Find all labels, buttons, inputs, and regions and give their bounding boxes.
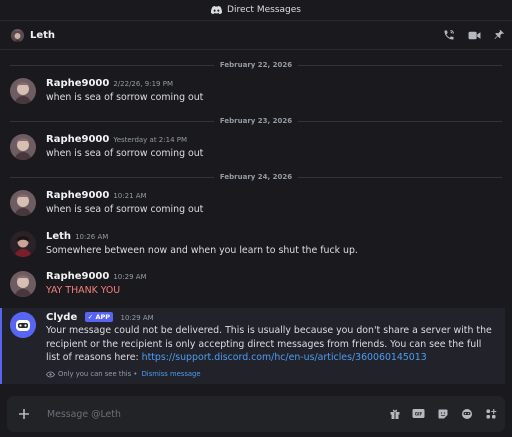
clyde-avatar[interactable]: [10, 312, 36, 338]
message-author[interactable]: Leth: [46, 231, 71, 242]
video-call-icon[interactable]: [467, 28, 481, 42]
support-link[interactable]: https://support.discord.com/hc/en-us/art…: [142, 352, 427, 363]
message-timestamp: Yesterday at 2:14 PM: [113, 136, 188, 144]
message-composer: GIF: [7, 396, 505, 432]
user-avatar[interactable]: [10, 190, 36, 216]
window-titlebar: Direct Messages: [0, 0, 512, 20]
date-divider: February 24, 2026: [10, 172, 502, 182]
message-timestamp: 10:21 AM: [113, 192, 147, 200]
header-username[interactable]: Leth: [30, 30, 55, 41]
emoji-icon[interactable]: [460, 407, 473, 420]
ephemeral-notice: Only you can see this • Dismiss message: [46, 370, 201, 378]
message-text: when is sea of sorrow coming out: [46, 92, 204, 103]
message-author[interactable]: Raphe9000: [46, 134, 109, 145]
dismiss-message-link[interactable]: Dismiss message: [142, 370, 201, 378]
gif-icon[interactable]: GIF: [412, 407, 425, 420]
eye-icon: [46, 371, 55, 377]
header-avatar[interactable]: [11, 28, 24, 42]
message-timestamp: 2/22/26, 9:19 PM: [113, 80, 173, 88]
message-text: when is sea of sorrow coming out: [46, 204, 204, 215]
message-text-failed: YAY THANK YOU: [46, 285, 121, 296]
plus-icon: [19, 409, 29, 419]
clyde-message-text: Your message could not be delivered. Thi…: [46, 325, 492, 364]
message-author[interactable]: Raphe9000: [46, 271, 109, 282]
user-avatar[interactable]: [10, 78, 36, 104]
user-avatar[interactable]: [10, 231, 36, 257]
message-list: February 22, 2026 Raphe9000 2/22/26, 9:19…: [0, 50, 512, 387]
message-author[interactable]: Raphe9000: [46, 190, 109, 201]
sticker-icon[interactable]: [436, 407, 449, 420]
user-avatar[interactable]: [10, 271, 36, 297]
app-badge: ✓ APP: [84, 312, 113, 322]
check-icon: ✓: [87, 313, 94, 321]
message-timestamp: 10:29 AM: [120, 314, 154, 322]
dm-header: Leth: [0, 20, 512, 50]
date-divider: February 22, 2026: [10, 60, 502, 70]
message-text: Somewhere between now and when you learn…: [46, 245, 358, 256]
user-avatar[interactable]: [10, 134, 36, 160]
message-timestamp: 10:29 AM: [113, 273, 147, 281]
window-title: Direct Messages: [227, 5, 301, 15]
discord-logo-icon: [211, 6, 222, 14]
voice-call-icon[interactable]: [442, 28, 456, 42]
message-author[interactable]: Raphe9000: [46, 78, 109, 89]
message-text: when is sea of sorrow coming out: [46, 148, 204, 159]
gift-icon[interactable]: [388, 407, 401, 420]
date-divider: February 23, 2026: [10, 116, 502, 126]
apps-icon[interactable]: [484, 407, 497, 420]
pinned-messages-icon[interactable]: [492, 28, 506, 42]
svg-text:GIF: GIF: [415, 412, 423, 417]
message-input[interactable]: [45, 407, 349, 421]
clyde-author[interactable]: Clyde: [46, 312, 77, 323]
message-timestamp: 10:26 AM: [75, 233, 109, 241]
add-attachment-button[interactable]: [15, 405, 33, 423]
